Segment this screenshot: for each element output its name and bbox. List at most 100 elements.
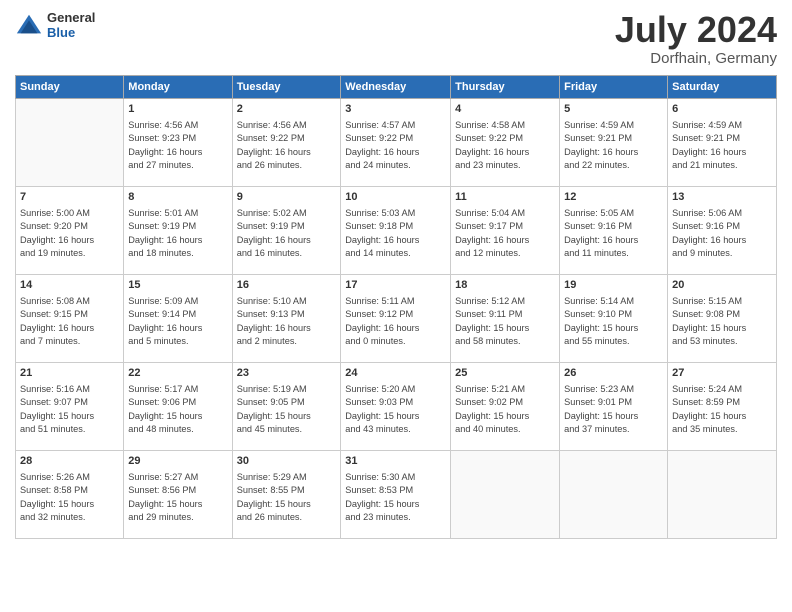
day-info: Sunrise: 5:05 AM Sunset: 9:16 PM Dayligh… (564, 207, 663, 260)
logo-general: General (47, 10, 95, 25)
header: General Blue July 2024 Dorfhain, Germany (15, 10, 777, 67)
day-info: Sunrise: 5:08 AM Sunset: 9:15 PM Dayligh… (20, 295, 119, 348)
day-info: Sunrise: 5:29 AM Sunset: 8:55 PM Dayligh… (237, 471, 337, 524)
day-number: 10 (345, 190, 446, 205)
calendar-day-cell: 28 Sunrise: 5:26 AM Sunset: 8:58 PM Dayli… (16, 450, 124, 538)
calendar-day-cell: 6 Sunrise: 4:59 AM Sunset: 9:21 PM Daylig… (668, 98, 777, 186)
weekday-header: Saturday (668, 75, 777, 98)
day-info: Sunrise: 4:59 AM Sunset: 9:21 PM Dayligh… (564, 119, 663, 172)
calendar-day-cell (668, 450, 777, 538)
location: Dorfhain, Germany (615, 50, 777, 67)
calendar-day-cell: 20Sunrise: 5:15 AM Sunset: 9:08 PM Dayli… (668, 274, 777, 362)
day-info: Sunrise: 4:56 AM Sunset: 9:23 PM Dayligh… (128, 119, 227, 172)
day-number: 3 (345, 102, 446, 117)
day-info: Sunrise: 5:00 AM Sunset: 9:20 PM Dayligh… (20, 207, 119, 260)
calendar-week-row: 7 Sunrise: 5:00 AM Sunset: 9:20 PM Daylig… (16, 186, 777, 274)
weekday-header: Thursday (451, 75, 560, 98)
logo: General Blue (15, 10, 95, 40)
day-info: Sunrise: 5:01 AM Sunset: 9:19 PM Dayligh… (128, 207, 227, 260)
day-info: Sunrise: 4:58 AM Sunset: 9:22 PM Dayligh… (455, 119, 555, 172)
day-info: Sunrise: 5:27 AM Sunset: 8:56 PM Dayligh… (128, 471, 227, 524)
day-number: 18 (455, 278, 555, 293)
weekday-header-row: SundayMondayTuesdayWednesdayThursdayFrid… (16, 75, 777, 98)
day-number: 5 (564, 102, 663, 117)
calendar-day-cell: 2Sunrise: 4:56 AM Sunset: 9:22 PM Daylig… (232, 98, 341, 186)
day-number: 29 (128, 454, 227, 469)
calendar-container: General Blue July 2024 Dorfhain, Germany… (0, 0, 792, 612)
day-number: 9 (237, 190, 337, 205)
calendar-day-cell (16, 98, 124, 186)
calendar-table: SundayMondayTuesdayWednesdayThursdayFrid… (15, 75, 777, 539)
day-number: 6 (672, 102, 772, 117)
day-info: Sunrise: 4:56 AM Sunset: 9:22 PM Dayligh… (237, 119, 337, 172)
logo-text: General Blue (47, 10, 95, 40)
calendar-day-cell: 13Sunrise: 5:06 AM Sunset: 9:16 PM Dayli… (668, 186, 777, 274)
day-number: 21 (20, 366, 119, 381)
calendar-day-cell: 14 Sunrise: 5:08 AM Sunset: 9:15 PM Dayli… (16, 274, 124, 362)
day-number: 20 (672, 278, 772, 293)
logo-icon (15, 11, 43, 39)
day-number: 4 (455, 102, 555, 117)
day-number: 24 (345, 366, 446, 381)
calendar-day-cell: 25 Sunrise: 5:21 AM Sunset: 9:02 PM Dayli… (451, 362, 560, 450)
calendar-day-cell: 21 Sunrise: 5:16 AM Sunset: 9:07 PM Dayli… (16, 362, 124, 450)
logo-blue: Blue (47, 25, 95, 40)
calendar-day-cell (451, 450, 560, 538)
day-info: Sunrise: 5:20 AM Sunset: 9:03 PM Dayligh… (345, 383, 446, 436)
day-number: 25 (455, 366, 555, 381)
calendar-day-cell: 10 Sunrise: 5:03 AM Sunset: 9:18 PM Dayli… (341, 186, 451, 274)
day-number: 22 (128, 366, 227, 381)
calendar-day-cell: 15Sunrise: 5:09 AM Sunset: 9:14 PM Dayli… (124, 274, 232, 362)
calendar-day-cell: 17 Sunrise: 5:11 AM Sunset: 9:12 PM Dayli… (341, 274, 451, 362)
weekday-header: Sunday (16, 75, 124, 98)
day-number: 28 (20, 454, 119, 469)
calendar-day-cell: 24 Sunrise: 5:20 AM Sunset: 9:03 PM Dayli… (341, 362, 451, 450)
day-info: Sunrise: 5:02 AM Sunset: 9:19 PM Dayligh… (237, 207, 337, 260)
day-number: 7 (20, 190, 119, 205)
weekday-header: Monday (124, 75, 232, 98)
calendar-week-row: 14 Sunrise: 5:08 AM Sunset: 9:15 PM Dayli… (16, 274, 777, 362)
calendar-day-cell: 9 Sunrise: 5:02 AM Sunset: 9:19 PM Daylig… (232, 186, 341, 274)
day-number: 8 (128, 190, 227, 205)
day-info: Sunrise: 5:10 AM Sunset: 9:13 PM Dayligh… (237, 295, 337, 348)
calendar-day-cell: 1 Sunrise: 4:56 AM Sunset: 9:23 PM Daylig… (124, 98, 232, 186)
day-number: 30 (237, 454, 337, 469)
calendar-day-cell (560, 450, 668, 538)
day-info: Sunrise: 5:12 AM Sunset: 9:11 PM Dayligh… (455, 295, 555, 348)
day-info: Sunrise: 5:17 AM Sunset: 9:06 PM Dayligh… (128, 383, 227, 436)
day-info: Sunrise: 5:11 AM Sunset: 9:12 PM Dayligh… (345, 295, 446, 348)
calendar-day-cell: 31Sunrise: 5:30 AM Sunset: 8:53 PM Dayli… (341, 450, 451, 538)
day-info: Sunrise: 5:26 AM Sunset: 8:58 PM Dayligh… (20, 471, 119, 524)
day-number: 12 (564, 190, 663, 205)
day-info: Sunrise: 5:30 AM Sunset: 8:53 PM Dayligh… (345, 471, 446, 524)
day-info: Sunrise: 4:59 AM Sunset: 9:21 PM Dayligh… (672, 119, 772, 172)
day-number: 16 (237, 278, 337, 293)
day-info: Sunrise: 5:21 AM Sunset: 9:02 PM Dayligh… (455, 383, 555, 436)
calendar-week-row: 21 Sunrise: 5:16 AM Sunset: 9:07 PM Dayli… (16, 362, 777, 450)
title-block: July 2024 Dorfhain, Germany (615, 10, 777, 67)
day-info: Sunrise: 5:24 AM Sunset: 8:59 PM Dayligh… (672, 383, 772, 436)
calendar-day-cell: 19Sunrise: 5:14 AM Sunset: 9:10 PM Dayli… (560, 274, 668, 362)
day-info: Sunrise: 4:57 AM Sunset: 9:22 PM Dayligh… (345, 119, 446, 172)
day-number: 1 (128, 102, 227, 117)
day-info: Sunrise: 5:16 AM Sunset: 9:07 PM Dayligh… (20, 383, 119, 436)
day-info: Sunrise: 5:04 AM Sunset: 9:17 PM Dayligh… (455, 207, 555, 260)
weekday-header: Wednesday (341, 75, 451, 98)
calendar-day-cell: 16 Sunrise: 5:10 AM Sunset: 9:13 PM Dayli… (232, 274, 341, 362)
day-number: 23 (237, 366, 337, 381)
calendar-day-cell: 29 Sunrise: 5:27 AM Sunset: 8:56 PM Dayli… (124, 450, 232, 538)
calendar-day-cell: 27Sunrise: 5:24 AM Sunset: 8:59 PM Dayli… (668, 362, 777, 450)
calendar-day-cell: 22 Sunrise: 5:17 AM Sunset: 9:06 PM Dayli… (124, 362, 232, 450)
day-info: Sunrise: 5:03 AM Sunset: 9:18 PM Dayligh… (345, 207, 446, 260)
calendar-week-row: 28 Sunrise: 5:26 AM Sunset: 8:58 PM Dayli… (16, 450, 777, 538)
weekday-header: Friday (560, 75, 668, 98)
calendar-day-cell: 30 Sunrise: 5:29 AM Sunset: 8:55 PM Dayli… (232, 450, 341, 538)
calendar-day-cell: 23Sunrise: 5:19 AM Sunset: 9:05 PM Dayli… (232, 362, 341, 450)
calendar-day-cell: 3 Sunrise: 4:57 AM Sunset: 9:22 PM Daylig… (341, 98, 451, 186)
day-info: Sunrise: 5:23 AM Sunset: 9:01 PM Dayligh… (564, 383, 663, 436)
day-number: 17 (345, 278, 446, 293)
calendar-day-cell: 11Sunrise: 5:04 AM Sunset: 9:17 PM Dayli… (451, 186, 560, 274)
calendar-day-cell: 12 Sunrise: 5:05 AM Sunset: 9:16 PM Dayli… (560, 186, 668, 274)
day-number: 14 (20, 278, 119, 293)
day-number: 19 (564, 278, 663, 293)
